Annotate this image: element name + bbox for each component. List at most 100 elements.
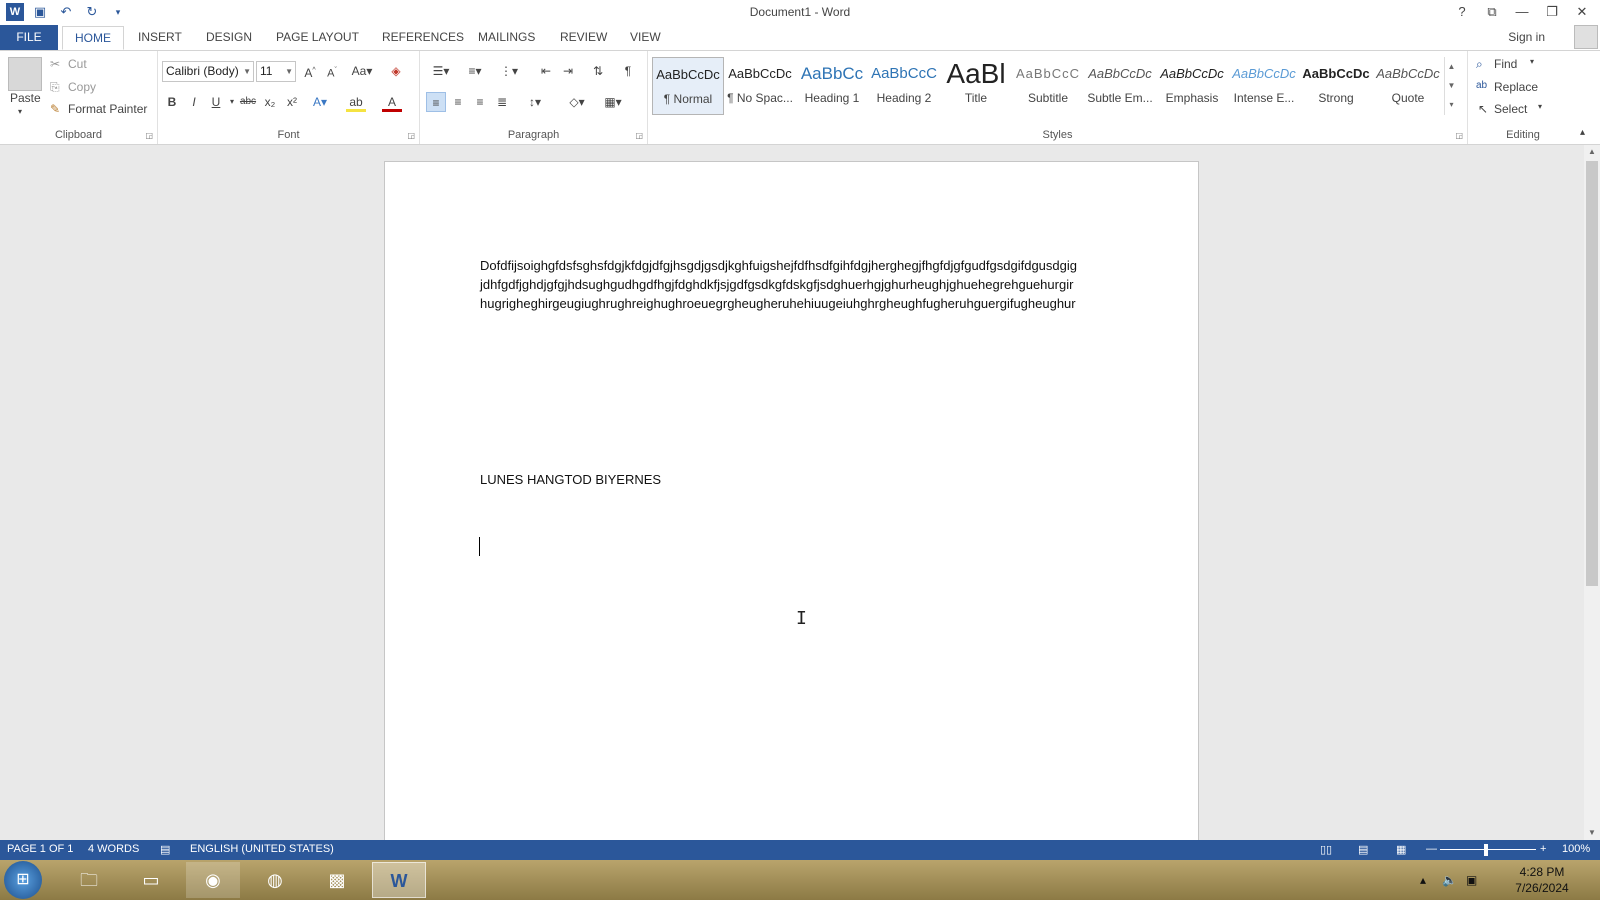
select-button[interactable]: Select xyxy=(1494,102,1527,116)
style-subtitle[interactable]: AaBbCcC Subtitle xyxy=(1012,57,1084,115)
style-no-spacing[interactable]: AaBbCcDc ¶ No Spac... xyxy=(724,57,796,115)
style-normal[interactable]: AaBbCcDc ¶ Normal xyxy=(652,57,724,115)
minimize-icon[interactable]: — xyxy=(1510,2,1534,22)
sort-icon[interactable]: ⇅ xyxy=(588,61,608,81)
replace-button[interactable]: Replace xyxy=(1494,80,1538,94)
tab-references[interactable]: REFERENCES xyxy=(382,29,464,50)
numbering-icon[interactable]: ≡▾ xyxy=(462,61,488,81)
tab-page-layout[interactable]: PAGE LAYOUT xyxy=(276,29,359,50)
read-mode-icon[interactable]: ▯▯ xyxy=(1320,843,1332,856)
browser-icon[interactable]: ◉ xyxy=(186,862,240,898)
volume-icon[interactable]: 🔈 xyxy=(1442,872,1457,888)
style-strong[interactable]: AaBbCcDc Strong xyxy=(1300,57,1372,115)
grow-font-icon[interactable]: A^ xyxy=(300,61,320,81)
zoom-in-icon[interactable]: + xyxy=(1540,843,1546,855)
font-size-combo[interactable]: 11 ▼ xyxy=(256,61,296,82)
font-name-combo[interactable]: Calibri (Body) ▼ xyxy=(162,61,254,82)
chevron-up-icon[interactable]: ▲ xyxy=(1445,57,1458,76)
styles-launcher-icon[interactable]: ◲ xyxy=(1455,131,1463,140)
scroll-up-icon[interactable]: ▲ xyxy=(1584,145,1600,159)
tab-home[interactable]: HOME xyxy=(62,26,124,50)
print-layout-icon[interactable]: ▤ xyxy=(1358,843,1368,856)
style-heading-2[interactable]: AaBbCcC Heading 2 xyxy=(868,57,940,115)
text-effects-icon[interactable]: A▾ xyxy=(310,92,330,112)
clock[interactable]: 4:28 PM 7/26/2024 xyxy=(1512,864,1572,896)
document-page[interactable]: Dofdfijsoighgfdsfsghsfdgjkfdgjdfgjhsgdjg… xyxy=(384,161,1199,861)
zoom-out-icon[interactable]: — xyxy=(1426,843,1437,855)
highlight-icon[interactable]: ab xyxy=(346,92,366,112)
help-icon[interactable]: ? xyxy=(1450,2,1474,22)
borders-icon[interactable]: ▦▾ xyxy=(598,92,628,112)
subscript-icon[interactable]: x₂ xyxy=(260,92,280,112)
paragraph-launcher-icon[interactable]: ◲ xyxy=(635,131,643,140)
tab-file[interactable]: FILE xyxy=(0,25,58,50)
show-formatting-icon[interactable]: ¶ xyxy=(618,61,638,81)
increase-indent-icon[interactable]: ⇥ xyxy=(558,61,578,81)
style-subtle-emphasis[interactable]: AaBbCcDc Subtle Em... xyxy=(1084,57,1156,115)
web-layout-icon[interactable]: ▦ xyxy=(1396,843,1406,856)
more-styles-icon[interactable]: ▾ xyxy=(1445,95,1458,114)
ribbon-display-options-icon[interactable]: ⧉ xyxy=(1480,2,1504,22)
scroll-down-icon[interactable]: ▼ xyxy=(1584,826,1600,840)
italic-icon[interactable]: I xyxy=(184,92,204,112)
align-right-icon[interactable]: ≡ xyxy=(470,92,490,112)
align-center-icon[interactable]: ≡ xyxy=(448,92,468,112)
style-emphasis[interactable]: AaBbCcDc Emphasis xyxy=(1156,57,1228,115)
style-heading-1[interactable]: AaBbCc Heading 1 xyxy=(796,57,868,115)
clipboard-launcher-icon[interactable]: ◲ xyxy=(145,131,153,140)
word-count[interactable]: 4 WORDS xyxy=(88,843,139,855)
shading-icon[interactable]: ◇▾ xyxy=(562,92,592,112)
change-case-icon[interactable]: Aa▾ xyxy=(348,61,376,81)
select-dropdown-icon[interactable]: ▾ xyxy=(1538,102,1542,111)
decrease-indent-icon[interactable]: ⇤ xyxy=(536,61,556,81)
find-button[interactable]: Find xyxy=(1494,57,1517,71)
avatar[interactable] xyxy=(1574,25,1598,49)
shrink-font-icon[interactable]: Aˇ xyxy=(322,61,342,81)
find-dropdown-icon[interactable]: ▾ xyxy=(1530,57,1534,66)
paragraph-line[interactable]: Dofdfijsoighgfdsfsghsfdgjkfdgjdfgjhsgdjg… xyxy=(480,256,1077,275)
tab-mailings[interactable]: MAILINGS xyxy=(478,29,535,50)
strikethrough-icon[interactable]: abc xyxy=(238,92,258,112)
language-indicator[interactable]: ENGLISH (UNITED STATES) xyxy=(190,843,334,855)
close-icon[interactable]: ✕ xyxy=(1570,2,1594,22)
show-hidden-icons-icon[interactable]: ▴ xyxy=(1420,872,1426,888)
tab-view[interactable]: VIEW xyxy=(630,29,661,50)
format-painter-button[interactable]: Format Painter xyxy=(68,102,147,116)
justify-icon[interactable]: ≣ xyxy=(492,92,512,112)
restore-icon[interactable]: ❐ xyxy=(1540,2,1564,22)
chevron-down-icon[interactable]: ▼ xyxy=(1445,76,1458,95)
line-spacing-icon[interactable]: ↕▾ xyxy=(520,92,550,112)
zoom-level[interactable]: 100% xyxy=(1562,843,1590,855)
scroll-thumb[interactable] xyxy=(1586,161,1598,586)
paragraph-line[interactable]: hugrigheghirgeugiughrughreighughroeuegrg… xyxy=(480,294,1076,313)
align-left-icon[interactable]: ≡ xyxy=(426,92,446,112)
word-taskbar-icon[interactable]: W xyxy=(372,862,426,898)
chrome-icon[interactable]: ◍ xyxy=(248,862,302,898)
windows-start-icon[interactable]: ⊞ xyxy=(4,861,42,899)
paste-button[interactable]: Paste xyxy=(10,91,41,105)
copy-button[interactable]: Copy xyxy=(68,80,96,94)
sign-in-link[interactable]: Sign in xyxy=(1508,30,1545,44)
superscript-icon[interactable]: x² xyxy=(282,92,302,112)
paragraph-line[interactable]: jdhfgdfjghdjgfgjhdsughgudhgdfhgjfdghdkfj… xyxy=(480,275,1073,294)
network-icon[interactable]: ▣ xyxy=(1466,872,1477,888)
multilevel-list-icon[interactable]: ⋮▾ xyxy=(496,61,522,81)
proofing-icon[interactable]: ▤ xyxy=(160,843,170,856)
font-color-icon[interactable]: A xyxy=(382,92,402,112)
style-quote[interactable]: AaBbCcDc Quote xyxy=(1372,57,1444,115)
cut-button[interactable]: Cut xyxy=(68,57,87,71)
vertical-scrollbar[interactable]: ▲ ▼ xyxy=(1584,145,1600,840)
computer-icon[interactable]: ▭ xyxy=(124,862,178,898)
page-count[interactable]: PAGE 1 OF 1 xyxy=(7,843,73,855)
tab-design[interactable]: DESIGN xyxy=(206,29,252,50)
media-app-icon[interactable]: ▩ xyxy=(310,862,364,898)
zoom-slider-thumb[interactable] xyxy=(1484,844,1488,856)
font-launcher-icon[interactable]: ◲ xyxy=(407,131,415,140)
zoom-slider[interactable] xyxy=(1440,849,1536,850)
tab-review[interactable]: REVIEW xyxy=(560,29,607,50)
collapse-ribbon-icon[interactable]: ▴ xyxy=(1580,127,1585,138)
paragraph-line[interactable]: LUNES HANGTOD BIYERNES xyxy=(480,470,661,489)
style-intense-emphasis[interactable]: AaBbCcDc Intense E... xyxy=(1228,57,1300,115)
style-title[interactable]: AaBl Title xyxy=(940,57,1012,115)
clear-formatting-icon[interactable]: ◈ xyxy=(386,61,406,81)
